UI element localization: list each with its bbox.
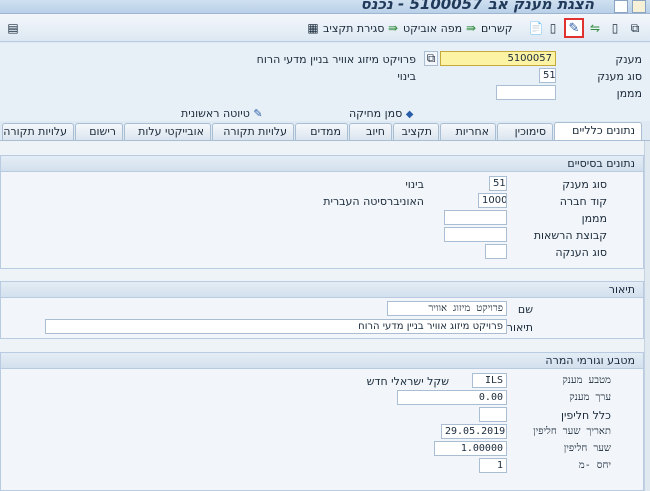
tab-cost-objects[interactable]: אובייקטי עלות [124, 123, 211, 140]
grant-type-text: בינוי [397, 70, 416, 83]
tab-posting[interactable]: רישום [75, 123, 123, 140]
description-group: תיאור שם פרויקט מיזוג אוויר תיאור פרויקט… [0, 281, 644, 339]
header-area: מענק 5100057 ⧉ פרויקט מיזוג אוויר בניין … [0, 43, 650, 121]
basic-grant-type-field[interactable]: 51 [489, 176, 507, 191]
title-bar: הצגת מענק אב 5100057 - נכנס [0, 0, 650, 14]
tab-budget[interactable]: תקציב [393, 123, 439, 140]
authority-group-field[interactable] [444, 227, 507, 242]
tab-overhead-costs-2[interactable]: עלויות תקורה [2, 123, 74, 140]
budget-closing-button[interactable]: ▦ סגירת תקציב [306, 19, 384, 37]
grant-value-label: ערך מענק [569, 392, 611, 403]
document-icon[interactable]: 📄 [527, 19, 545, 37]
basic-sponsor-label: מממן [581, 212, 607, 225]
budget-closing-icon: ▦ [307, 21, 319, 35]
display-change-icon[interactable]: ⇋ [586, 19, 604, 37]
award-type-label: סוג הענקה [555, 246, 607, 259]
exchange-rule-label: כלל חליפין [560, 409, 611, 422]
deletion-flag-label: סמן מחיקה [349, 107, 403, 120]
basic-data-group: נתונים בסיסיים סוג מענק 51 בינוי קוד חבר… [0, 155, 644, 269]
ratio-field[interactable]: 1 [479, 458, 507, 473]
list-icon[interactable]: ▤ [4, 19, 22, 37]
grant-value-field[interactable]: 0.00 [397, 390, 507, 405]
sponsor-label: מממן [616, 87, 642, 100]
vertical-scrollbar[interactable] [644, 141, 650, 491]
grant-lookup-icon[interactable]: ⧉ [424, 51, 438, 66]
tab-references[interactable]: סימוכין [497, 123, 553, 140]
name-label: שם [517, 303, 533, 316]
create-icon[interactable]: ▯ [606, 19, 624, 37]
exchange-date-field[interactable]: 29.05.2019 [441, 424, 507, 439]
description-header: תיאור [1, 282, 643, 298]
grant-label: מענק [615, 53, 642, 66]
exchange-date-label: תאריך שער חליפין [533, 426, 611, 437]
grant-type-label: סוג מענק [597, 70, 642, 83]
company-code-text: האוניברסיטה העברית [323, 195, 424, 208]
tab-general-data[interactable]: נתונים כלליים [554, 122, 642, 141]
copy-icon[interactable]: ⧉ [626, 19, 644, 37]
grant-description: פרויקט מיזוג אוויר בניין מדעי הרוח [256, 53, 416, 66]
tab-responsibility[interactable]: אחריות [440, 123, 496, 140]
tab-content: נתונים בסיסיים סוג מענק 51 בינוי קוד חבר… [0, 141, 650, 491]
window-title: הצגת מענק אב 5100057 - נכנס [360, 0, 595, 13]
currency-group: מטבע וגורמי המרה מטבע מענק ILS שקל ישראל… [0, 352, 644, 491]
links-button[interactable]: ⇛ קשרים [464, 19, 513, 37]
object-map-icon: ⇛ [387, 21, 399, 35]
company-code-label: קוד חברה [559, 195, 607, 208]
grant-currency-text: שקל ישראלי חדש [366, 375, 449, 388]
ratio-label: יחס -מ [578, 460, 611, 471]
basic-sponsor-field[interactable] [444, 210, 507, 225]
desc-label: תיאור [506, 321, 533, 334]
exchange-rule-field[interactable] [479, 407, 507, 422]
first-draft-label: טיוטה ראשונית [181, 107, 250, 120]
links-icon: ⇛ [465, 21, 477, 35]
window-icon-2 [614, 0, 628, 13]
note-edit-icon: ✎ [253, 107, 263, 120]
deletion-flag: סמן מחיקה ◆ [349, 107, 413, 120]
basic-grant-type-text: בינוי [405, 178, 424, 191]
object-map-button[interactable]: ⇛ מפה אוביקט [386, 19, 462, 37]
sponsor-field[interactable] [496, 85, 556, 100]
tab-billing[interactable]: חיוב [349, 123, 392, 140]
basic-data-header: נתונים בסיסיים [1, 156, 643, 172]
currency-header: מטבע וגורמי המרה [1, 353, 643, 369]
exchange-rate-label: שער חליפין [563, 443, 611, 454]
diamond-icon: ◆ [405, 109, 414, 120]
award-type-field[interactable] [485, 244, 507, 259]
grant-field[interactable]: 5100057 [440, 51, 556, 66]
window-icon [632, 0, 646, 13]
authority-group-label: קבוצת הרשאות [533, 229, 607, 242]
tab-dimensions[interactable]: ממדים [295, 123, 348, 140]
basic-grant-type-label: סוג מענק [562, 178, 607, 191]
company-code-field[interactable]: 1000 [478, 193, 507, 208]
first-draft: טיוטה ראשונית ✎ [181, 107, 263, 120]
tab-strip: נתונים כלליים סימוכין אחריות תקציב חיוב … [0, 121, 650, 141]
desc-field[interactable]: פרויקט מיזוג אוויר בניין מדעי הרוח [45, 319, 507, 334]
page-icon[interactable]: ▯ [544, 19, 562, 37]
tab-overhead-costs[interactable]: עלויות תקורה [212, 123, 294, 140]
grant-type-field[interactable]: 51 [539, 68, 556, 83]
exchange-rate-field[interactable]: 1.00000 [434, 441, 507, 456]
grant-currency-label: מטבע מענק [562, 375, 611, 386]
application-toolbar: ▤ ▦ סגירת תקציב ⇛ מפה אוביקט ⇛ קשרים 📄 ▯… [0, 14, 650, 42]
name-field[interactable]: פרויקט מיזוג אוויר [387, 301, 507, 316]
pencil-icon[interactable]: ✎ [564, 18, 584, 38]
grant-currency-field[interactable]: ILS [472, 373, 507, 388]
